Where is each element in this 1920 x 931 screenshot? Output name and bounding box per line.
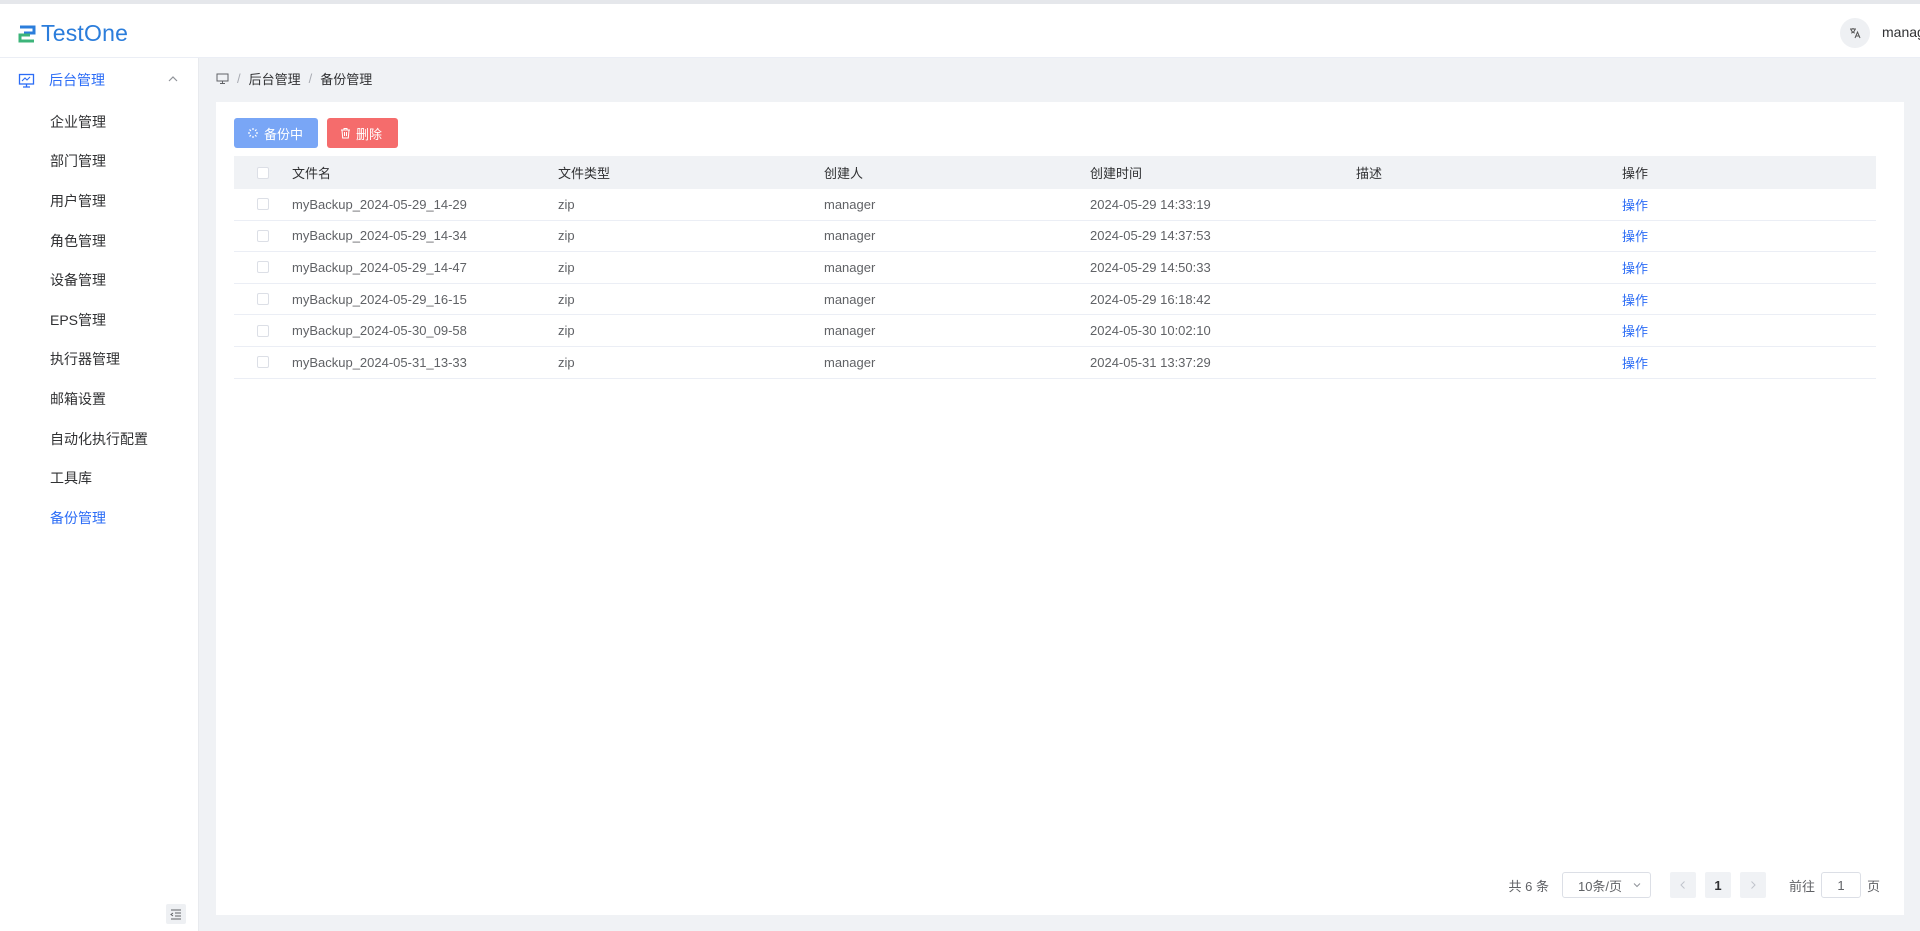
prev-page-button[interactable]: [1669, 872, 1696, 898]
sidebar-item-backup[interactable]: 备份管理: [0, 498, 198, 538]
sidebar-item-department[interactable]: 部门管理: [0, 142, 198, 182]
chevron-left-icon: [1680, 881, 1685, 889]
sidebar-item-enterprise[interactable]: 企业管理: [0, 102, 198, 142]
column-header-description: 描述: [1356, 166, 1383, 181]
sidebar-group-label: 后台管理: [49, 72, 105, 88]
sidebar-group-admin[interactable]: 后台管理: [0, 58, 198, 102]
cell-filetype: zip: [558, 323, 575, 339]
backup-button[interactable]: 备份中: [234, 118, 318, 148]
sidebar: 后台管理 企业管理 部门管理 用户管理 角色管理 设备管理 EPS管理 执行器管…: [0, 58, 199, 931]
trash-icon: [341, 128, 350, 139]
cell-creator: manager: [824, 228, 876, 244]
cell-created-time: 2024-05-29 16:18:42: [1090, 291, 1211, 307]
table-row: myBackup_2024-05-31_13-33 zip manager 20…: [234, 347, 1876, 379]
top-bar: TestOne manager: [0, 0, 1920, 58]
goto-label: 前往: [1788, 878, 1815, 894]
row-checkbox[interactable]: [257, 229, 269, 242]
chevron-right-icon: [1751, 881, 1756, 889]
row-checkbox[interactable]: [257, 261, 269, 274]
column-header-created-time: 创建时间: [1090, 166, 1143, 181]
row-checkbox[interactable]: [257, 324, 269, 337]
cell-filename: myBackup_2024-05-30_09-58: [292, 323, 467, 339]
sidebar-item-devices[interactable]: 设备管理: [0, 260, 198, 300]
cell-created-time: 2024-05-29 14:50:33: [1090, 259, 1211, 275]
column-header-creator: 创建人: [824, 166, 864, 181]
column-header-filename: 文件名: [292, 166, 332, 181]
table-row: myBackup_2024-05-29_14-29 zip manager 20…: [234, 189, 1876, 221]
backup-table: 文件名 文件类型 创建人 创建时间 描述 操作 myBackup_2024-05…: [234, 156, 1876, 379]
sidebar-item-roles[interactable]: 角色管理: [0, 221, 198, 261]
cell-creator: manager: [824, 323, 876, 339]
cell-created-time: 2024-05-31 13:37:29: [1090, 354, 1211, 370]
page-suffix: 页: [1866, 878, 1880, 894]
goto-page: 前往 1 页: [1789, 872, 1880, 898]
cell-filetype: zip: [558, 291, 575, 307]
cell-creator: manager: [824, 259, 876, 275]
cell-filename: myBackup_2024-05-31_13-33: [292, 354, 467, 370]
monitor-icon: [18, 73, 35, 88]
sidebar-item-eps[interactable]: EPS管理: [0, 300, 198, 340]
table-row: myBackup_2024-05-30_09-58 zip manager 20…: [234, 315, 1876, 347]
app-logo[interactable]: TestOne: [17, 20, 128, 47]
sidebar-item-executors[interactable]: 执行器管理: [0, 340, 198, 380]
row-checkbox[interactable]: [257, 198, 269, 211]
cell-creator: manager: [824, 196, 876, 212]
cell-creator: manager: [824, 291, 876, 307]
row-action-link[interactable]: 操作: [1622, 261, 1648, 276]
table-row: myBackup_2024-05-29_16-15 zip manager 20…: [234, 284, 1876, 316]
logo-icon: [18, 25, 36, 42]
table-header: 文件名 文件类型 创建人 创建时间 描述 操作: [234, 156, 1876, 189]
cell-filename: myBackup_2024-05-29_16-15: [292, 291, 467, 307]
cell-filename: myBackup_2024-05-29_14-47: [292, 259, 467, 275]
row-checkbox[interactable]: [257, 356, 269, 369]
page-size-select[interactable]: 10条/页: [1561, 872, 1651, 898]
cell-created-time: 2024-05-29 14:37:53: [1090, 228, 1211, 244]
next-page-button[interactable]: [1739, 872, 1766, 898]
pagination-total: 共 6 条: [1508, 878, 1549, 894]
cell-created-time: 2024-05-30 10:02:10: [1090, 323, 1211, 339]
chevron-up-icon: [168, 76, 178, 82]
row-action-link[interactable]: 操作: [1622, 356, 1648, 371]
collapse-sidebar-icon[interactable]: [166, 904, 186, 924]
table-row: myBackup_2024-05-29_14-47 zip manager 20…: [234, 252, 1876, 284]
sidebar-item-users[interactable]: 用户管理: [0, 181, 198, 221]
sidebar-item-mail[interactable]: 邮箱设置: [0, 379, 198, 419]
row-checkbox[interactable]: [257, 293, 269, 306]
breadcrumb-item-current: 备份管理: [320, 71, 373, 87]
goto-page-input[interactable]: 1: [1820, 872, 1861, 898]
row-action-link[interactable]: 操作: [1622, 229, 1648, 244]
row-action-link[interactable]: 操作: [1622, 198, 1648, 213]
sidebar-item-automation[interactable]: 自动化执行配置: [0, 419, 198, 459]
column-header-filetype: 文件类型: [558, 166, 611, 181]
select-all-checkbox[interactable]: [257, 166, 269, 179]
main-panel: 备份中 删除 文件名 文件类型 创建人 创建时间 描述 操作 myBackup_…: [216, 102, 1904, 915]
cell-creator: manager: [824, 354, 876, 370]
delete-button[interactable]: 删除: [327, 118, 398, 148]
table-row: myBackup_2024-05-29_14-34 zip manager 20…: [234, 221, 1876, 253]
cell-filetype: zip: [558, 354, 575, 370]
user-menu[interactable]: manager: [1882, 24, 1920, 40]
cell-created-time: 2024-05-29 14:33:19: [1090, 196, 1211, 212]
translate-icon[interactable]: [1840, 18, 1870, 48]
chevron-down-icon: [1633, 883, 1641, 888]
cell-filename: myBackup_2024-05-29_14-29: [292, 196, 467, 212]
logo-text: TestOne: [41, 20, 129, 46]
cell-filetype: zip: [558, 196, 575, 212]
cell-filetype: zip: [558, 259, 575, 275]
breadcrumb-item-admin[interactable]: 后台管理: [249, 69, 301, 88]
column-header-actions: 操作: [1622, 166, 1649, 181]
row-action-link[interactable]: 操作: [1622, 324, 1648, 339]
pagination: 共 6 条 10条/页 1 前往 1 页: [1508, 872, 1880, 898]
cell-filetype: zip: [558, 228, 575, 244]
cell-filename: myBackup_2024-05-29_14-34: [292, 228, 467, 244]
page-number[interactable]: 1: [1704, 872, 1731, 898]
monitor-icon[interactable]: [216, 72, 229, 85]
row-action-link[interactable]: 操作: [1622, 293, 1648, 308]
sidebar-item-toolbox[interactable]: 工具库: [0, 458, 198, 498]
loading-icon: [248, 128, 258, 138]
breadcrumb: / 后台管理 / 备份管理: [216, 69, 373, 88]
